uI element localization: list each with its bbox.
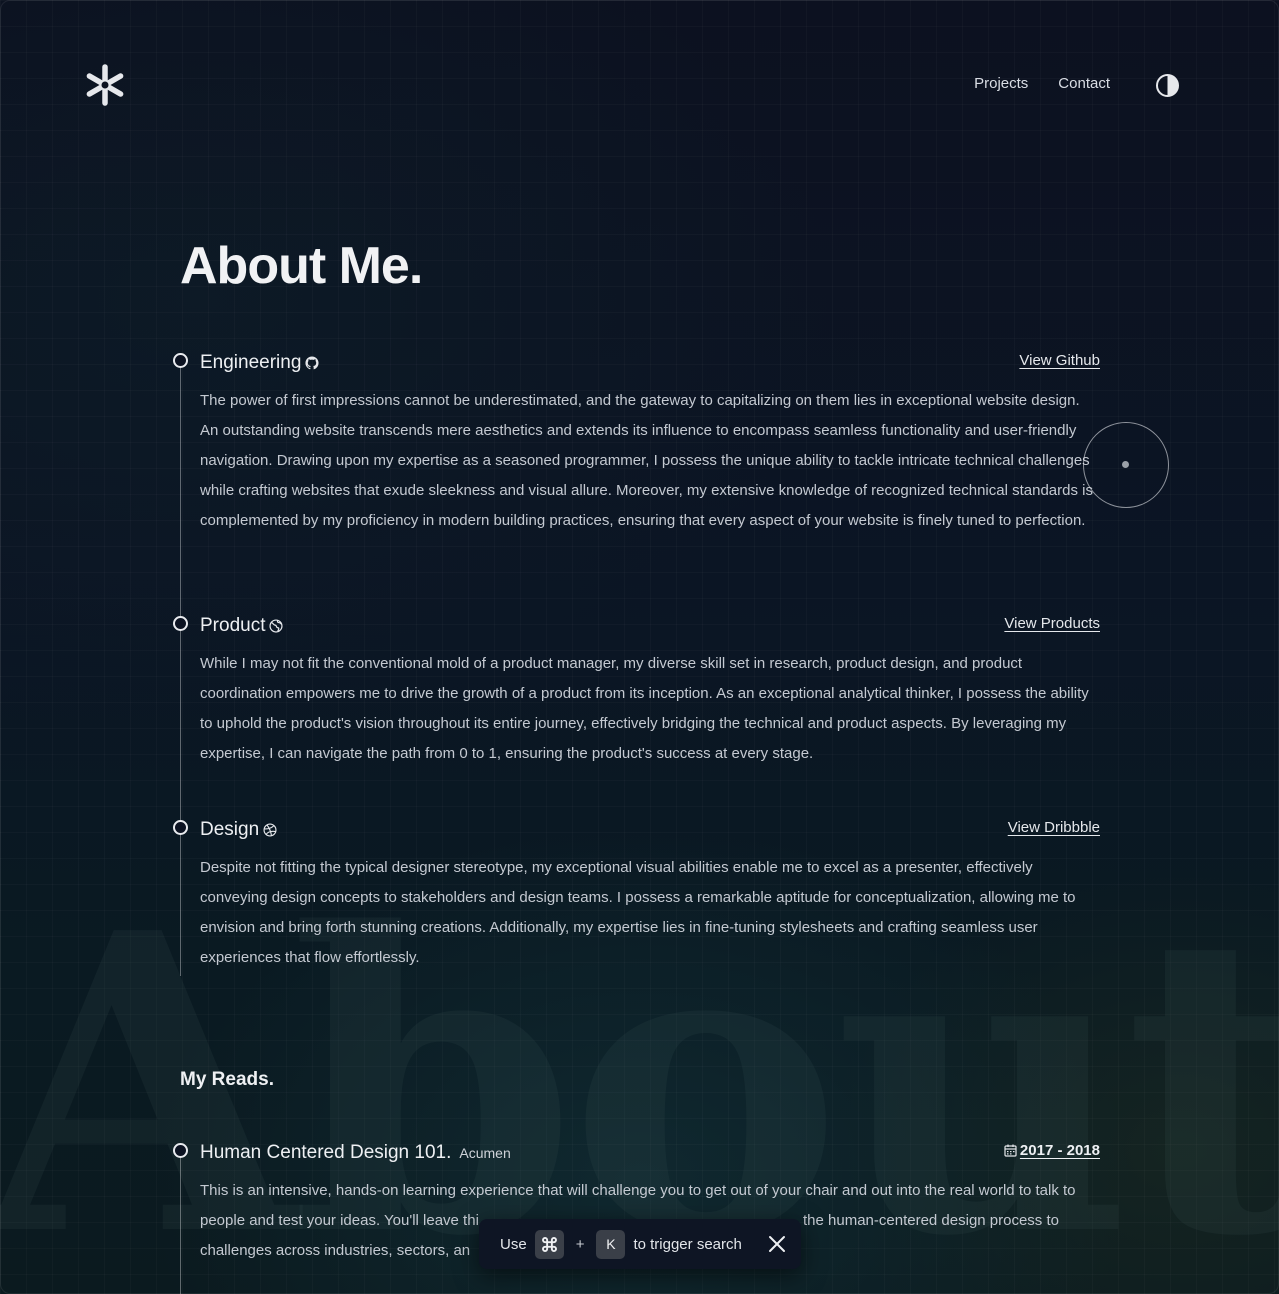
asterisk-logo-icon[interactable] [82, 62, 128, 108]
nav-projects-link[interactable]: Projects [974, 75, 1028, 92]
dribbble-icon [263, 823, 277, 837]
toast-plus: + [575, 1235, 585, 1253]
section-body-design: Despite not fitting the typical designer… [200, 859, 1076, 966]
section-heading-engineering: Engineering [200, 352, 319, 374]
read-date: 2017 - 2018 [1019, 1142, 1100, 1159]
section-heading-product: Product [200, 615, 284, 637]
section-title: Product [200, 615, 266, 636]
k-key: K [596, 1229, 626, 1259]
globe-icon [269, 619, 284, 633]
top-nav: Projects Contact [974, 75, 1110, 92]
read-title: Human Centered Design 101. [200, 1142, 452, 1163]
nav-contact-link[interactable]: Contact [1058, 75, 1110, 92]
close-icon[interactable] [768, 1235, 786, 1253]
reads-timeline-line [180, 1157, 181, 1294]
timeline-line [180, 366, 181, 976]
search-hint-toast: Use + K to trigger search [479, 1219, 801, 1269]
read-date-link[interactable]: 2017 - 2018 [1004, 1142, 1100, 1159]
read-body-fragment: the human-centered design process to [803, 1212, 1059, 1229]
timeline-dot [173, 1143, 188, 1158]
timeline-dot [173, 616, 188, 631]
section-heading-design: Design [200, 819, 277, 841]
read-body-fragment: people and test your ideas. You'll leave… [200, 1212, 479, 1229]
section-body-product: While I may not fit the conventional mol… [200, 655, 1089, 762]
section-title: Design [200, 819, 260, 840]
toast-use-text: Use [500, 1235, 527, 1253]
contrast-icon[interactable] [1155, 73, 1180, 98]
read-body-line: This is an intensive, hands-on learning … [200, 1182, 1076, 1199]
toast-trigger-text: to trigger search [633, 1235, 742, 1253]
command-key-icon [534, 1229, 564, 1259]
page-content: Projects Contact About Me. Engineering V… [0, 0, 1279, 1294]
calendar-icon [1004, 1144, 1017, 1157]
timeline-dot [173, 353, 188, 368]
view-github-link[interactable]: View Github [1019, 352, 1100, 369]
section-body-engineering: The power of first impressions cannot be… [200, 392, 1093, 529]
view-dribbble-link[interactable]: View Dribbble [1008, 819, 1100, 836]
read-item-heading: Human Centered Design 101. Acumen [200, 1142, 511, 1164]
view-products-link[interactable]: View Products [1004, 615, 1100, 632]
timeline-dot [173, 820, 188, 835]
section-title: Engineering [200, 352, 302, 373]
page-title: About Me. [180, 237, 423, 295]
reads-section-title: My Reads. [180, 1069, 274, 1090]
github-icon [305, 356, 319, 370]
read-source: Acumen [459, 1145, 511, 1161]
custom-cursor-dot [1122, 461, 1129, 468]
